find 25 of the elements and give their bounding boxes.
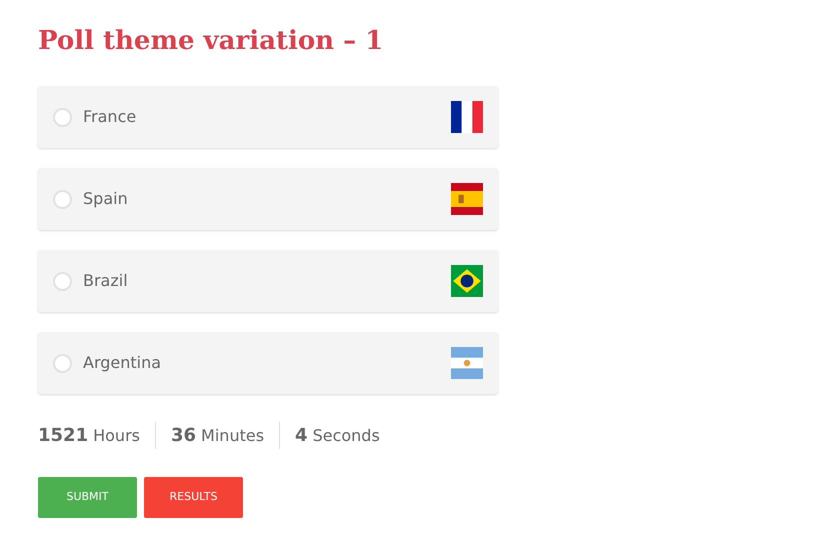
radio-button[interactable] (53, 272, 72, 290)
countdown-value: 1521 (38, 424, 88, 448)
poll-option[interactable]: Argentina (38, 332, 498, 394)
poll-option[interactable]: Brazil (38, 250, 498, 312)
poll-option[interactable]: Spain (38, 168, 498, 230)
option-label: Spain (83, 188, 129, 210)
flag-icon (451, 347, 483, 379)
option-label: France (83, 106, 138, 128)
countdown-unit: Hours (93, 425, 140, 447)
flag-icon (451, 101, 483, 133)
poll-option[interactable]: France (38, 86, 498, 148)
flag-icon (451, 265, 483, 297)
results-button[interactable]: RESULTS (144, 477, 243, 518)
option-label: Argentina (83, 352, 162, 374)
countdown-unit: Minutes (201, 425, 264, 447)
option-label: Brazil (83, 270, 129, 292)
countdown-value: 4 (295, 424, 308, 448)
countdown-unit: Seconds (312, 425, 380, 447)
radio-button[interactable] (53, 108, 72, 126)
poll-title: Poll theme variation – 1 (38, 25, 384, 58)
flag-icon (451, 183, 483, 215)
radio-button[interactable] (53, 190, 72, 208)
countdown-value: 36 (170, 424, 196, 448)
submit-button[interactable]: SUBMIT (38, 477, 137, 518)
radio-button[interactable] (53, 354, 72, 372)
